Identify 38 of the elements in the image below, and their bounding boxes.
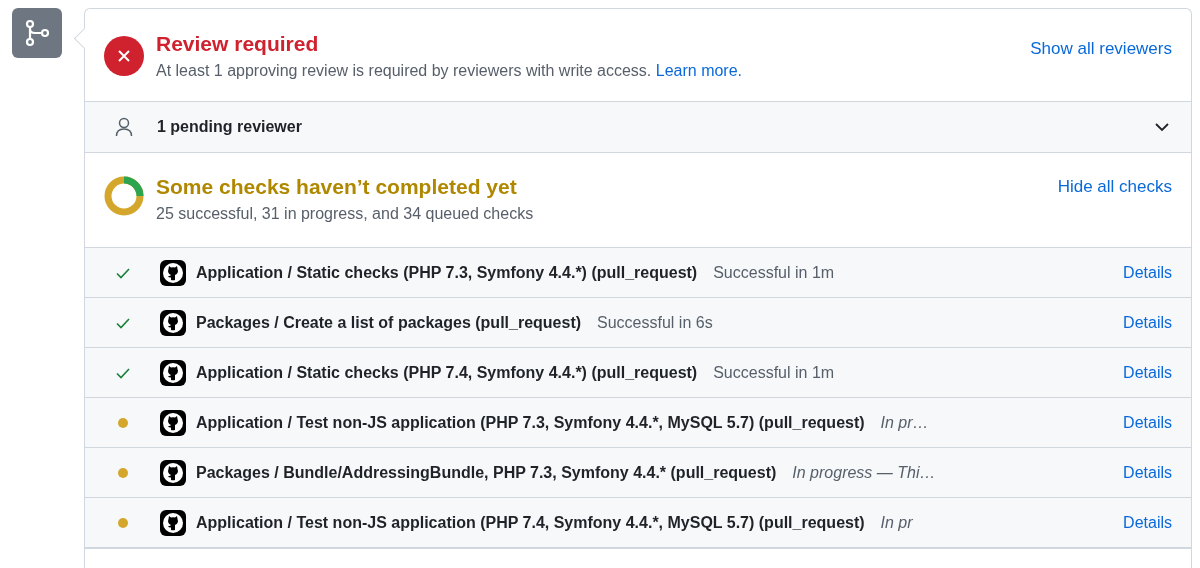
check-status-text: Successful in 1m: [713, 363, 836, 382]
octocat-icon: [160, 509, 186, 536]
details-link[interactable]: Details: [1123, 463, 1172, 482]
check-status-text: In progress — Thi…: [792, 463, 937, 482]
check-status-text: Successful in 1m: [713, 263, 836, 282]
hide-checks-link[interactable]: Hide all checks: [1057, 177, 1172, 197]
checks-title: Some checks haven’t completed yet: [156, 175, 518, 199]
learn-more-link[interactable]: Learn more.: [655, 62, 743, 79]
chevron-icon[interactable]: [1155, 122, 1169, 132]
octocat-icon: [160, 359, 186, 386]
check-name: Application / Test non-JS application (PHP 7.3, Symfony 4.4.*, MySQL 5.7) (pull_request): [196, 413, 865, 432]
check-status-text: In pr: [880, 513, 914, 532]
details-link[interactable]: Details: [1123, 363, 1172, 382]
branch-icon: [12, 8, 62, 58]
pending-reviewers-row[interactable]: 1 pending reviewer: [85, 102, 1191, 153]
check-status-text: In pr…: [880, 413, 930, 432]
check-name: Application / Static checks (PHP 7.3, Symfony 4.4.*) (pull_request): [196, 263, 698, 282]
check-name: Application / Static checks (PHP 7.4, Symfony 4.4.*) (pull_request): [196, 363, 698, 382]
check-name: Packages / Create a list of packages (pull_request): [196, 313, 582, 332]
progress-donut-icon: [104, 176, 144, 216]
person-icon: [115, 117, 133, 137]
octocat-icon: [160, 309, 186, 336]
octocat-icon: [160, 409, 186, 436]
show-reviewers-link[interactable]: Show all reviewers: [1030, 39, 1172, 59]
details-link[interactable]: Details: [1123, 513, 1172, 532]
check-name: Packages / Bundle/AddressingBundle, PHP 7.3, Symfony 4.4.* (pull_request): [196, 463, 777, 482]
check-status-text: Successful in 6s: [597, 313, 714, 332]
review-description: At least 1 approving review is required by reviewers with write access. Learn more.: [156, 62, 744, 80]
checks-summary: 25 successful, 31 in progress, and 34 queued checks: [156, 205, 535, 223]
check-name: Application / Test non-JS application (PHP 7.4, Symfony 4.4.*, MySQL 5.7) (pull_request): [196, 513, 865, 532]
details-link[interactable]: Details: [1123, 263, 1172, 282]
details-link[interactable]: Details: [1123, 313, 1172, 332]
octocat-icon: [160, 259, 186, 286]
review-title: Review required: [156, 32, 320, 56]
pending-reviewer-label: 1 pending reviewer: [157, 118, 303, 136]
octocat-icon: [160, 459, 186, 486]
error-icon: [104, 36, 144, 76]
details-link[interactable]: Details: [1123, 413, 1172, 432]
